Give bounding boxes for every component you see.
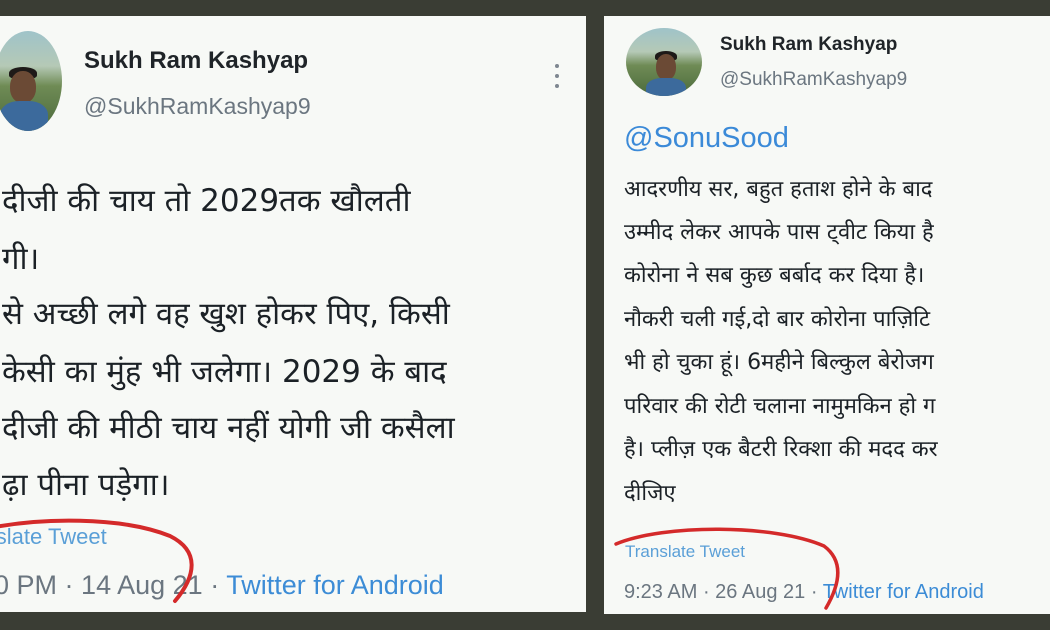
tweet-text-line: दीजिए xyxy=(624,481,676,506)
tweet-text-line: कोरोना ने सब कुछ बर्बाद कर दिया है। xyxy=(624,263,925,288)
tweet-time: 9:23 AM xyxy=(624,581,698,603)
tweet-meta: 0 PM · 14 Aug 21 · Twitter for Android xyxy=(0,570,444,601)
tweet-source-link[interactable]: Twitter for Android xyxy=(226,570,444,600)
tweet-source-link[interactable]: Twitter for Android xyxy=(823,581,984,603)
tweet-time: 0 PM xyxy=(0,570,58,600)
tweet-date[interactable]: 26 Aug 21 xyxy=(715,581,805,603)
meta-separator: · xyxy=(702,581,716,603)
tweet-card-left: Sukh Ram Kashyap @SukhRamKashyap9 दीजी क… xyxy=(0,16,586,612)
tweet-text-line: परिवार की रोटी चलाना नामुमकिन हो ग xyxy=(624,394,936,419)
tweet-text-line: नौकरी चली गई,दो बार कोरोना पाज़िटि xyxy=(624,307,931,332)
author-name[interactable]: Sukh Ram Kashyap xyxy=(84,47,308,75)
avatar[interactable] xyxy=(626,28,702,96)
tweet-text-line: दीजी की मीठी चाय नहीं योगी जी कसैला xyxy=(2,410,455,446)
tweet-meta: 9:23 AM · 26 Aug 21 · Twitter for Androi… xyxy=(624,581,984,604)
tweet-card-right: Sukh Ram Kashyap @SukhRamKashyap9 @SonuS… xyxy=(604,16,1050,614)
tweet-date[interactable]: 14 Aug 21 xyxy=(81,570,203,600)
tweet-text-line: केसी का मुंह भी जलेगा। 2029 के बाद xyxy=(2,354,447,390)
more-vertical-icon[interactable] xyxy=(552,64,562,90)
translate-tweet-link[interactable]: Translate Tweet xyxy=(625,542,745,562)
tweet-text-line: भी हो चुका हूं। 6महीने बिल्कुल बेरोजग xyxy=(624,350,934,375)
avatar[interactable] xyxy=(0,31,62,131)
tweet-text-line: से अच्छी लगे वह खुश होकर पिए, किसी xyxy=(2,296,450,332)
tweet-text-line: गी। xyxy=(2,241,40,277)
author-handle[interactable]: @SukhRamKashyap9 xyxy=(720,69,907,91)
mention-link[interactable]: @SonuSood xyxy=(624,122,789,155)
meta-separator: · xyxy=(810,581,823,603)
meta-separator: · xyxy=(210,570,227,600)
meta-separator: · xyxy=(64,570,82,600)
author-handle[interactable]: @SukhRamKashyap9 xyxy=(84,93,311,120)
tweet-text-line: आदरणीय सर, बहुत हताश होने के बाद xyxy=(624,177,933,202)
tweet-text-line: उम्मीद लेकर आपके पास ट्वीट किया है xyxy=(624,220,934,245)
tweet-text-line: ढ़ा पीना पड़ेगा। xyxy=(2,467,170,503)
translate-tweet-link[interactable]: ranslate Tweet xyxy=(0,524,107,550)
tweet-text-line: दीजी की चाय तो 2029तक खौलती xyxy=(2,183,411,219)
author-name[interactable]: Sukh Ram Kashyap xyxy=(720,34,897,56)
tweet-text-line: है। प्लीज़ एक बैटरी रिक्शा की मदद कर xyxy=(624,437,938,462)
